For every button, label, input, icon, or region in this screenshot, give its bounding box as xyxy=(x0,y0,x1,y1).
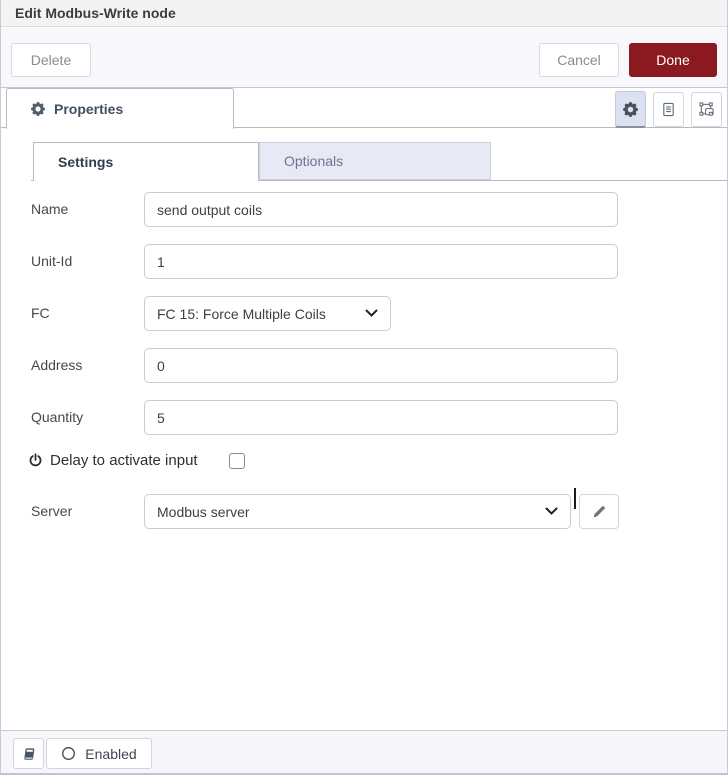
properties-view-button[interactable] xyxy=(615,91,646,128)
cancel-button[interactable]: Cancel xyxy=(539,43,619,77)
description-view-button[interactable] xyxy=(653,92,684,127)
dialog-title: Edit Modbus-Write node xyxy=(1,0,727,27)
unit-id-label: Unit-Id xyxy=(31,253,73,269)
pencil-icon xyxy=(592,505,606,519)
gear-icon xyxy=(623,101,638,117)
quantity-input[interactable] xyxy=(144,400,618,435)
appearance-view-button[interactable] xyxy=(691,92,722,127)
edit-node-dialog: Edit Modbus-Write node Delete Cancel Don… xyxy=(0,0,728,775)
server-select[interactable]: Modbus server xyxy=(144,494,571,529)
name-input[interactable] xyxy=(144,192,618,227)
node-help-button[interactable] xyxy=(13,738,44,769)
tab-settings-label: Settings xyxy=(58,154,114,170)
quantity-label: Quantity xyxy=(31,409,84,425)
file-icon xyxy=(661,102,676,117)
address-label: Address xyxy=(31,357,83,373)
dialog-footer: Enabled xyxy=(1,730,727,775)
done-button[interactable]: Done xyxy=(629,43,717,77)
unit-id-input[interactable] xyxy=(144,244,618,279)
fc-select-value: FC 15: Force Multiple Coils xyxy=(157,305,326,322)
circle-icon xyxy=(61,746,76,761)
edit-server-button[interactable] xyxy=(579,494,619,529)
tab-optionals[interactable]: Optionals xyxy=(259,142,491,180)
fc-select[interactable]: FC 15: Force Multiple Coils xyxy=(144,296,391,331)
properties-panel: Settings Optionals Name Unit-Id FC FC 15… xyxy=(1,128,727,730)
chevron-down-icon xyxy=(545,507,558,516)
tab-optionals-label: Optionals xyxy=(284,153,344,169)
fc-label: FC xyxy=(31,305,50,321)
delay-row: Delay to activate input xyxy=(28,450,198,470)
properties-tab-bar: Properties xyxy=(1,88,727,129)
text-cursor xyxy=(574,488,576,509)
address-input[interactable] xyxy=(144,348,618,383)
enabled-toggle-button[interactable]: Enabled xyxy=(46,738,152,769)
enabled-label: Enabled xyxy=(85,745,137,762)
delay-label: Delay to activate input xyxy=(50,451,198,469)
chevron-down-icon xyxy=(365,309,378,318)
tab-properties[interactable]: Properties xyxy=(6,88,234,129)
tab-properties-label: Properties xyxy=(54,101,124,117)
server-select-value: Modbus server xyxy=(157,503,250,520)
name-label: Name xyxy=(31,201,69,217)
power-icon xyxy=(28,452,43,468)
delete-button[interactable]: Delete xyxy=(11,43,91,77)
tab-settings[interactable]: Settings xyxy=(33,142,259,181)
object-group-icon xyxy=(698,101,715,118)
gear-icon xyxy=(31,102,45,116)
book-icon xyxy=(22,747,36,761)
server-label: Server xyxy=(31,503,73,519)
delay-checkbox[interactable] xyxy=(229,453,245,469)
dialog-button-bar: Delete Cancel Done xyxy=(1,28,727,88)
